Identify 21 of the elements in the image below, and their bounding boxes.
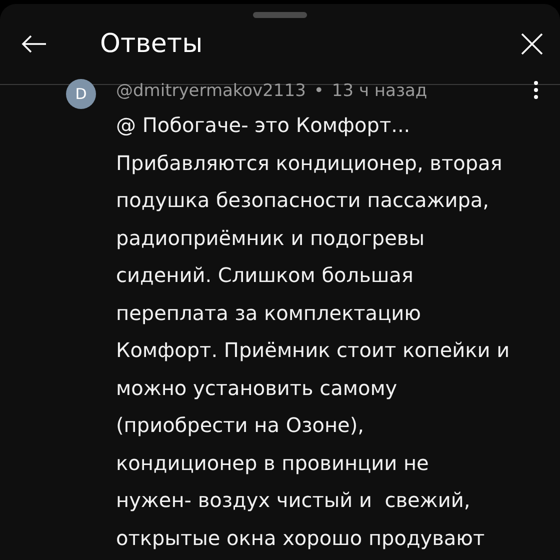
comment-text-line: Прибавляются кондиционер, вторая [116, 150, 504, 176]
comment-text-line: переплата за комплектацию [116, 300, 422, 326]
back-arrow-icon [21, 35, 47, 53]
comment-time: 13 ч назад [332, 81, 428, 101]
comment-text-line: нужен- воздух чистый и свежий, [116, 487, 472, 514]
comment-text-line: сидений. Слишком большая [116, 262, 414, 289]
more-icon [534, 80, 538, 98]
comment-text-line: (приобрести на Озоне), [116, 412, 365, 439]
comment-text-line: Комфорт. Приёмник стоит копейки и [116, 337, 511, 364]
comment-text-line: подушка безопасности пассажира, [116, 187, 490, 214]
comment-text-line: @ Побогаче- это Комфорт... [116, 112, 412, 139]
comment-text-line: радиоприёмник и подогревы [116, 224, 426, 252]
comment-text-line: кондиционер в провинции не [116, 450, 430, 476]
more-button[interactable] [534, 80, 538, 102]
comment-text-line: можно установить самому [116, 374, 398, 402]
close-icon [521, 33, 543, 55]
drag-handle[interactable] [253, 12, 307, 18]
comment-text-line: открытые окна хорошо продувают [116, 524, 486, 552]
separator-dot: • [314, 81, 324, 101]
header-title: Ответы [100, 29, 204, 59]
author-name[interactable]: @dmitryermakov2113 [116, 81, 306, 101]
